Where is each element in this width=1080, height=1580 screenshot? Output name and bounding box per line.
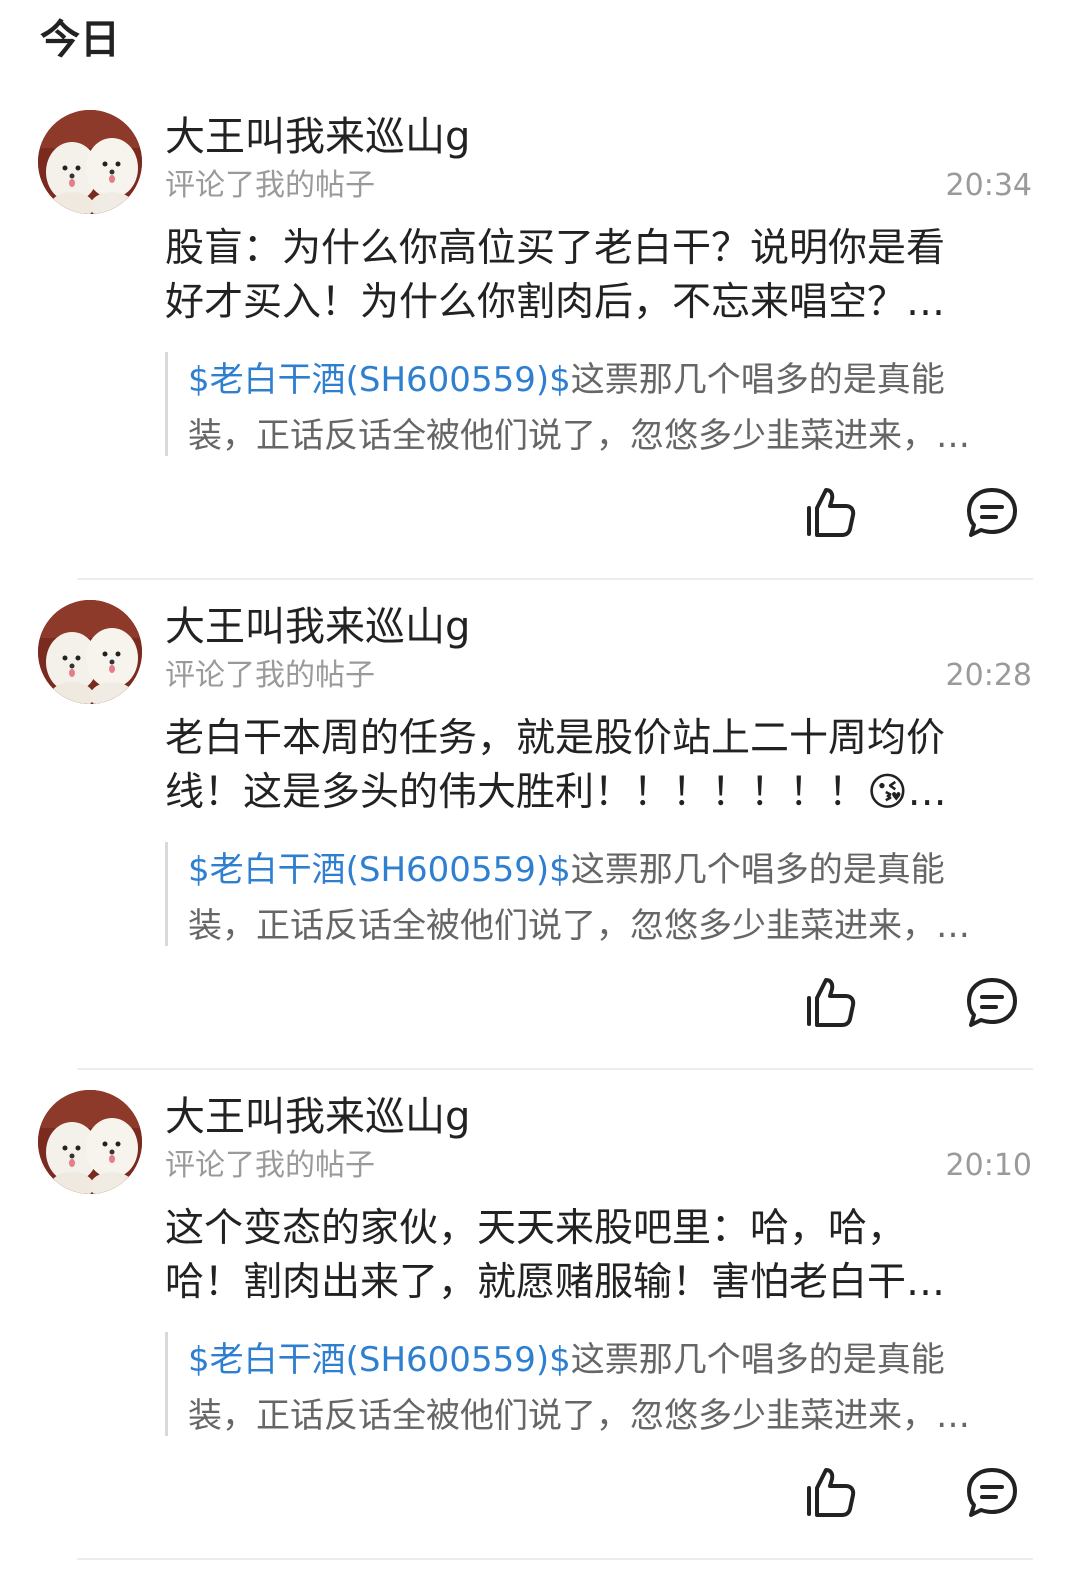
comment-body[interactable]: 老白干本周的任务，就是股价站上二十周均价 线！这是多头的伟大胜利！！！！！！！😘… (165, 712, 1000, 820)
username[interactable]: 大王叫我来巡山g (165, 602, 470, 652)
thumbs-up-icon (807, 488, 856, 537)
comment-body[interactable]: 这个变态的家伙，天天来股吧里：哈，哈， 哈！割肉出来了，就愿赌服输！害怕老白干… (165, 1202, 1000, 1310)
comment-body-line: 线！这是多头的伟大胜利！！！！！！！😘… (165, 770, 947, 815)
timestamp: 20:10 (945, 1148, 1032, 1183)
stock-link[interactable]: $老白干酒(SH600559)$ (188, 360, 571, 400)
comment-bubble-icon (967, 1468, 1017, 1517)
divider (77, 578, 1033, 580)
comment-bubble-icon (967, 488, 1017, 537)
thumbs-up-icon (807, 978, 856, 1027)
avatar-image (38, 600, 142, 704)
quoted-post-text: 这票那几个唱多的是真能 (570, 1340, 945, 1380)
quoted-post-text: 这票那几个唱多的是真能 (570, 850, 945, 890)
notification-item[interactable]: 大王叫我来巡山g 评论了我的帖子 20:28 老白干本周的任务，就是股价站上二十… (0, 600, 1080, 1090)
comment-body-line: 老白干本周的任务，就是股价站上二十周均价 (165, 716, 946, 761)
quoted-post-line: $老白干酒(SH600559)$这票那几个唱多的是真能 (188, 842, 1038, 898)
comment-body-line: 股盲：为什么你高位买了老白干？说明你是看 (165, 226, 946, 271)
avatar[interactable] (38, 110, 142, 214)
action-text: 评论了我的帖子 (165, 658, 375, 693)
action-text: 评论了我的帖子 (165, 1148, 375, 1183)
comment-button[interactable] (962, 972, 1022, 1032)
timestamp: 20:34 (945, 168, 1032, 203)
quoted-post[interactable]: $老白干酒(SH600559)$这票那几个唱多的是真能 装，正话反话全被他们说了… (165, 352, 1038, 456)
quoted-post[interactable]: $老白干酒(SH600559)$这票那几个唱多的是真能 装，正话反话全被他们说了… (165, 1332, 1038, 1436)
divider (77, 1068, 1033, 1070)
avatar[interactable] (38, 600, 142, 704)
quoted-post-line: 装，正话反话全被他们说了，忽悠多少韭菜进来，… (188, 1396, 970, 1436)
like-button[interactable] (800, 972, 860, 1032)
avatar-image (38, 1090, 142, 1194)
thumbs-up-icon (807, 1468, 856, 1517)
avatar-image (38, 110, 142, 214)
quoted-post-line: $老白干酒(SH600559)$这票那几个唱多的是真能 (188, 1332, 1038, 1388)
stock-link[interactable]: $老白干酒(SH600559)$ (188, 1340, 571, 1380)
comment-body-line: 这个变态的家伙，天天来股吧里：哈，哈， (165, 1206, 907, 1251)
comment-body[interactable]: 股盲：为什么你高位买了老白干？说明你是看 好才买入！为什么你割肉后，不忘来唱空？… (165, 222, 1000, 330)
comment-body-line: 哈！割肉出来了，就愿赌服输！害怕老白干… (165, 1260, 946, 1305)
quoted-post-line: 装，正话反话全被他们说了，忽悠多少韭菜进来，… (188, 906, 970, 946)
section-title-today: 今日 (40, 17, 120, 63)
quoted-post-line: 装，正话反话全被他们说了，忽悠多少韭菜进来，… (188, 416, 970, 456)
quoted-post-text: 这票那几个唱多的是真能 (570, 360, 945, 400)
quoted-post[interactable]: $老白干酒(SH600559)$这票那几个唱多的是真能 装，正话反话全被他们说了… (165, 842, 1038, 946)
timestamp: 20:28 (945, 658, 1032, 693)
username[interactable]: 大王叫我来巡山g (165, 112, 470, 162)
comment-button[interactable] (962, 482, 1022, 542)
comment-button[interactable] (962, 1462, 1022, 1522)
comment-body-line: 好才买入！为什么你割肉后，不忘来唱空？… (165, 280, 946, 325)
notification-item[interactable]: 大王叫我来巡山g 评论了我的帖子 20:10 这个变态的家伙，天天来股吧里：哈，… (0, 1090, 1080, 1580)
divider (77, 1558, 1033, 1560)
username[interactable]: 大王叫我来巡山g (165, 1092, 470, 1142)
avatar[interactable] (38, 1090, 142, 1194)
quoted-post-line: $老白干酒(SH600559)$这票那几个唱多的是真能 (188, 352, 1038, 408)
action-text: 评论了我的帖子 (165, 168, 375, 203)
notification-item[interactable]: 大王叫我来巡山g 评论了我的帖子 20:34 股盲：为什么你高位买了老白干？说明… (0, 110, 1080, 600)
like-button[interactable] (800, 1462, 860, 1522)
like-button[interactable] (800, 482, 860, 542)
stock-link[interactable]: $老白干酒(SH600559)$ (188, 850, 571, 890)
comment-bubble-icon (967, 978, 1017, 1027)
